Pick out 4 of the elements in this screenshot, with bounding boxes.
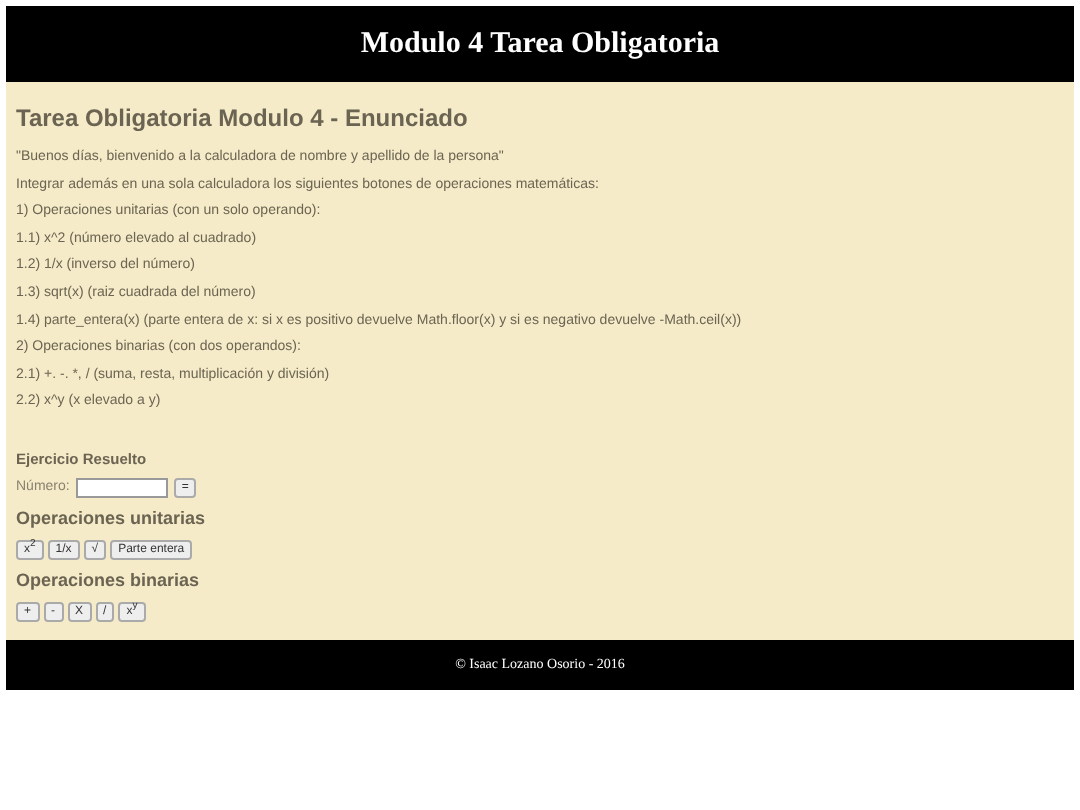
page-title: Modulo 4 Tarea Obligatoria <box>360 27 720 61</box>
section-heading: Tarea Obligatoria Modulo 4 - Enunciado <box>16 104 470 132</box>
operations-heading: Operaciones binarias <box>16 569 202 590</box>
operations-heading: Operaciones unitarias <box>16 507 208 528</box>
